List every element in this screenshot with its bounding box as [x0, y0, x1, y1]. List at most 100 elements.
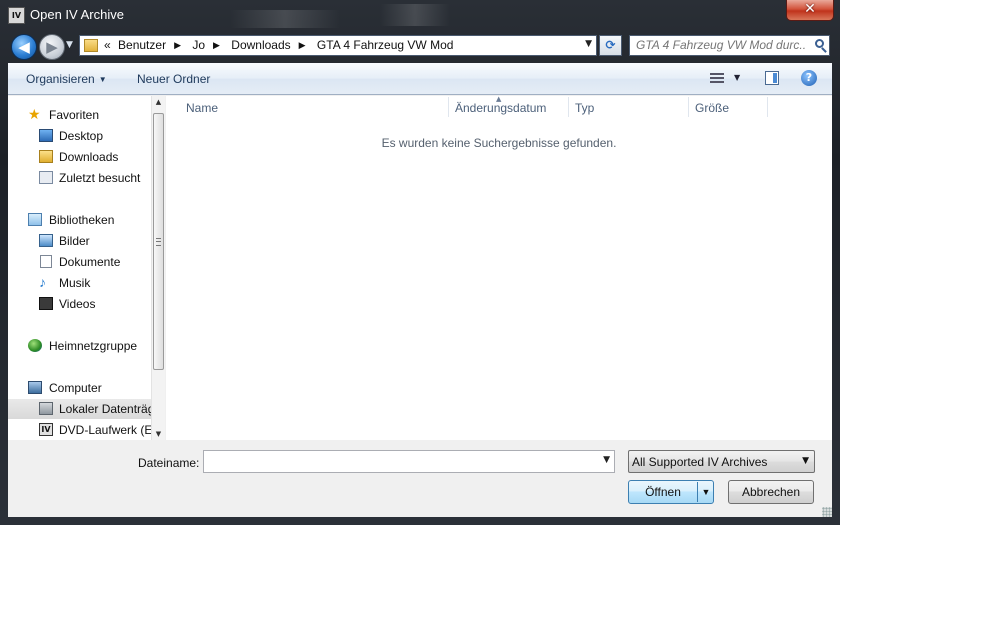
- column-header-label: Name: [186, 101, 219, 115]
- sidebar-item-dvd-drive[interactable]: IV DVD-Laufwerk (E: [8, 420, 151, 440]
- recent-places-icon: [39, 171, 53, 184]
- sidebar-item-label: Dokumente: [59, 255, 121, 269]
- grip-icon: [156, 238, 161, 246]
- close-button[interactable]: ✕: [786, 0, 834, 21]
- column-header-label: Größe: [695, 101, 730, 115]
- help-icon[interactable]: ?: [801, 70, 817, 86]
- chevron-down-icon[interactable]: ▼: [585, 39, 592, 49]
- chevron-down-icon[interactable]: ▼: [603, 455, 610, 465]
- sidebar-item-computer[interactable]: Computer: [8, 378, 151, 398]
- open-button[interactable]: Öffnen ▼: [628, 480, 714, 504]
- preview-pane-icon[interactable]: [765, 71, 779, 85]
- downloads-folder-icon: [39, 150, 53, 163]
- search-icon[interactable]: [815, 39, 824, 48]
- recent-pages-dropdown[interactable]: ▼: [66, 40, 73, 50]
- sidebar-item-label: Computer: [49, 381, 102, 395]
- sidebar-item-music[interactable]: ♪ Musik: [8, 273, 151, 293]
- sidebar-scrollbar[interactable]: ▲ ▼: [151, 96, 165, 440]
- back-button[interactable]: ◀: [11, 34, 37, 60]
- libraries-icon: [28, 213, 42, 226]
- file-type-value: All Supported IV Archives: [632, 455, 768, 469]
- title-bar: IV Open IV Archive ✕: [0, 0, 840, 30]
- chevron-down-icon[interactable]: ▼: [734, 73, 740, 82]
- close-icon: ✕: [804, 1, 816, 17]
- breadcrumb-item[interactable]: Benutzer: [118, 38, 166, 52]
- file-list[interactable]: Name Änderungsdatum ▲ Typ Größe Es wurde…: [166, 95, 832, 440]
- open-button-label: Öffnen: [645, 485, 681, 499]
- breadcrumb: « Benutzer ▶ Jo ▶ Downloads ▶ GTA 4 Fahrzeu…: [104, 38, 457, 52]
- sidebar-item-label: Desktop: [59, 129, 104, 143]
- column-header-modified[interactable]: Änderungsdatum: [449, 96, 569, 119]
- open-options-dropdown[interactable]: ▼: [699, 481, 713, 503]
- breadcrumb-item[interactable]: Downloads: [231, 38, 290, 52]
- sidebar-item-documents[interactable]: Dokumente: [8, 252, 151, 272]
- app-icon: IV: [8, 7, 25, 24]
- sidebar-item-pictures[interactable]: Bilder: [8, 231, 151, 251]
- new-folder-button[interactable]: Neuer Ordner: [137, 72, 210, 86]
- sidebar-item-downloads[interactable]: Downloads: [8, 147, 151, 167]
- sidebar-item-label: Musik: [59, 276, 91, 290]
- empty-results-message: Es wurden keine Suchergebnisse gefunden.: [381, 136, 617, 150]
- sidebar-item-libraries[interactable]: Bibliotheken: [8, 210, 151, 230]
- computer-icon: [28, 381, 42, 394]
- window-title: Open IV Archive: [30, 7, 124, 22]
- chevron-right-icon[interactable]: ▶: [174, 40, 181, 51]
- split-divider: [697, 482, 698, 502]
- dialog-footer: Dateiname: ▼ All Supported IV Archives ▼…: [8, 440, 832, 517]
- arrow-left-icon: ◀: [18, 38, 30, 56]
- scrollbar-thumb[interactable]: [153, 113, 164, 370]
- chevron-right-icon[interactable]: ▶: [299, 40, 306, 51]
- scroll-down-icon[interactable]: ▼: [152, 430, 165, 438]
- desktop-icon: [39, 129, 53, 142]
- file-type-select[interactable]: All Supported IV Archives ▼: [628, 450, 815, 473]
- search-input[interactable]: [636, 38, 806, 52]
- documents-icon: [40, 255, 52, 268]
- dvd-drive-icon: IV: [39, 423, 53, 436]
- filename-label: Dateiname:: [138, 456, 200, 470]
- breadcrumb-overflow[interactable]: «: [104, 38, 111, 52]
- sidebar-item-local-disk[interactable]: Lokaler Datenträger: [8, 399, 151, 419]
- open-archive-dialog: IV Open IV Archive ✕ ◀ ▶ ▼ « Benutzer ▶ J…: [0, 0, 840, 525]
- homegroup-icon: [28, 339, 42, 352]
- arrow-right-icon: ▶: [46, 38, 58, 56]
- sidebar-item-label: Bilder: [59, 234, 90, 248]
- scroll-up-icon[interactable]: ▲: [152, 98, 165, 106]
- chevron-right-icon[interactable]: ▶: [213, 40, 220, 51]
- resize-grip[interactable]: [822, 507, 832, 517]
- sidebar-item-favorites[interactable]: ★ Favoriten: [8, 105, 151, 125]
- column-header-type[interactable]: Typ: [569, 96, 689, 119]
- filename-field[interactable]: [207, 454, 587, 468]
- organize-label: Organisieren: [26, 72, 95, 86]
- videos-icon: [39, 297, 53, 310]
- sidebar-item-label: Lokaler Datenträger: [59, 402, 151, 416]
- breadcrumb-item[interactable]: GTA 4 Fahrzeug VW Mod: [317, 38, 454, 52]
- pictures-icon: [39, 234, 53, 247]
- breadcrumb-item[interactable]: Jo: [192, 38, 205, 52]
- address-bar[interactable]: « Benutzer ▶ Jo ▶ Downloads ▶ GTA 4 Fahrzeu…: [79, 35, 597, 56]
- column-header-name[interactable]: Name: [166, 96, 448, 119]
- search-box[interactable]: [629, 35, 830, 56]
- dialog-body: Organisieren ▼ Neuer Ordner ▼ ? ★ Favorite…: [8, 63, 832, 517]
- sidebar-item-desktop[interactable]: Desktop: [8, 126, 151, 146]
- column-header-label: Typ: [575, 101, 595, 115]
- cancel-button[interactable]: Abbrechen: [728, 480, 814, 504]
- organize-button[interactable]: Organisieren ▼: [26, 72, 107, 86]
- chevron-down-icon: ▼: [98, 75, 107, 84]
- local-disk-icon: [39, 402, 53, 415]
- sidebar-item-homegroup[interactable]: Heimnetzgruppe: [8, 336, 151, 356]
- sidebar-item-label: DVD-Laufwerk (E: [59, 423, 151, 437]
- navigation-pane: ★ Favoriten Desktop Downloads Zuletzt bes…: [8, 96, 151, 440]
- star-icon: ★: [28, 106, 41, 122]
- filename-combobox[interactable]: ▼: [203, 450, 615, 473]
- forward-button[interactable]: ▶: [39, 34, 65, 60]
- sidebar-item-label: Downloads: [59, 150, 119, 164]
- sidebar-item-videos[interactable]: Videos: [8, 294, 151, 314]
- refresh-button[interactable]: ⟳: [599, 35, 622, 56]
- view-options-icon[interactable]: [710, 73, 724, 84]
- sidebar-item-recent[interactable]: Zuletzt besucht: [8, 168, 151, 188]
- sidebar-item-label: Heimnetzgruppe: [49, 339, 138, 353]
- command-bar: Organisieren ▼ Neuer Ordner ▼ ?: [8, 63, 832, 95]
- chevron-down-icon: ▼: [802, 456, 809, 466]
- column-header-size[interactable]: Größe: [689, 96, 767, 119]
- column-divider[interactable]: [767, 97, 768, 117]
